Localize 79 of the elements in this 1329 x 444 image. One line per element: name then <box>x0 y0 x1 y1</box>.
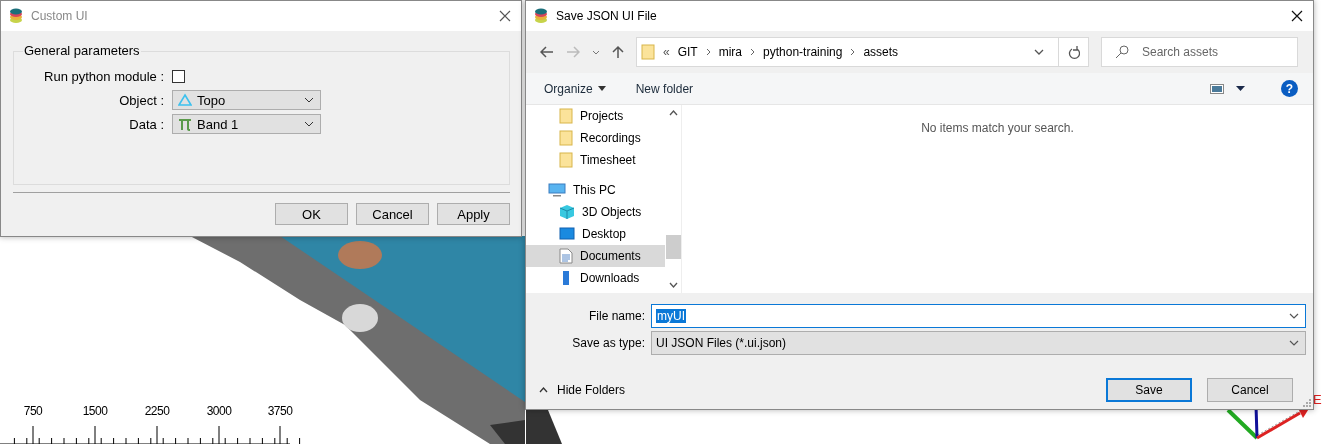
close-icon[interactable] <box>499 10 511 22</box>
nav-item[interactable]: Timesheet <box>526 149 665 171</box>
search-field[interactable]: Search assets <box>1101 37 1298 67</box>
empty-message: No items match your search. <box>921 121 1074 135</box>
nav-item[interactable]: Recordings <box>526 127 665 149</box>
scale-label: 750 <box>22 404 44 418</box>
chevron-right-icon <box>705 48 711 56</box>
chevron-right-icon <box>850 48 856 56</box>
caret-down-icon <box>597 86 606 91</box>
dialog-button[interactable]: Apply <box>437 203 510 225</box>
desktop-icon <box>559 227 575 241</box>
breadcrumb-overflow[interactable]: « <box>663 45 670 59</box>
organize-button[interactable]: Organize <box>544 81 606 96</box>
app-logo-icon <box>534 8 548 24</box>
scale-label: 2250 <box>143 404 171 418</box>
group-title: General parameters <box>23 43 141 58</box>
cube-icon <box>559 204 575 220</box>
view-icon[interactable] <box>1210 83 1224 94</box>
pi-icon <box>178 117 192 131</box>
folder-icon <box>559 152 573 168</box>
axis-label: E <box>1313 392 1322 407</box>
new-folder-button[interactable]: New folder <box>635 81 694 96</box>
terrain-edge-drawing <box>526 410 562 444</box>
up-arrow-icon[interactable] <box>612 45 624 59</box>
chevron-right-icon <box>750 48 756 56</box>
help-button[interactable]: ? <box>1281 80 1298 97</box>
nav-item[interactable]: Desktop <box>526 223 665 245</box>
scrollbar-thumb[interactable] <box>665 235 681 259</box>
nav-item[interactable]: Documents <box>526 245 665 267</box>
address-bar[interactable]: « GIT mira python-training assets <box>636 37 1089 67</box>
breadcrumb-item[interactable]: GIT <box>677 45 698 59</box>
dropdown[interactable]: Topo <box>172 90 321 110</box>
scale-label: 1500 <box>81 404 109 418</box>
breadcrumb-item[interactable]: mira <box>718 45 743 59</box>
window-title: Save JSON UI File <box>556 9 657 23</box>
chevron-up-icon[interactable] <box>668 110 678 116</box>
dialog-button[interactable]: Cancel <box>1207 378 1293 402</box>
checkbox[interactable] <box>172 69 185 83</box>
folder-icon <box>641 44 655 60</box>
file-name-field[interactable]: myUI <box>651 304 1306 328</box>
breadcrumb-item[interactable]: assets <box>863 45 899 59</box>
field-label: Object : <box>118 92 164 108</box>
document-icon <box>559 248 573 264</box>
field-label: Save as type: <box>571 336 645 350</box>
dialog-button[interactable]: OK <box>275 203 348 225</box>
search-icon <box>1115 45 1129 59</box>
dropdown[interactable]: Band 1 <box>172 114 321 134</box>
chevron-down-icon[interactable] <box>1034 49 1044 55</box>
nav-item[interactable]: 3D Objects <box>526 201 665 223</box>
chevron-down-icon <box>304 121 314 127</box>
field-label: Data : <box>128 116 164 132</box>
app-logo-icon <box>9 8 23 24</box>
window-title: Custom UI <box>31 9 88 23</box>
triangle-icon <box>178 93 192 107</box>
chevron-down-icon <box>1289 313 1299 319</box>
monitor-icon <box>548 183 566 197</box>
chevron-up-icon <box>539 387 548 393</box>
close-icon[interactable] <box>1291 10 1303 22</box>
folder-icon <box>559 130 573 146</box>
hide-folders-button[interactable]: Hide Folders <box>539 383 626 397</box>
folder-icon <box>559 108 573 124</box>
chevron-down-icon <box>1289 340 1299 346</box>
back-arrow-icon[interactable] <box>540 46 554 58</box>
resize-grip-icon[interactable] <box>1303 399 1311 407</box>
nav-item[interactable]: This PC <box>526 179 665 201</box>
dialog-button[interactable]: Save <box>1106 378 1192 402</box>
caret-down-icon[interactable] <box>1236 86 1245 91</box>
field-label: File name: <box>587 309 645 323</box>
refresh-icon <box>1067 45 1080 59</box>
file-type-dropdown[interactable]: UI JSON Files (*.ui.json) <box>651 331 1306 355</box>
field-label: Run python module : <box>43 68 164 84</box>
chevron-down-icon[interactable] <box>668 282 678 288</box>
breadcrumb-item[interactable]: python-training <box>763 45 843 59</box>
nav-item[interactable]: Projects <box>526 105 665 127</box>
chevron-down-icon <box>304 97 314 103</box>
scale-label: 3750 <box>266 404 294 418</box>
dialog-button[interactable]: Cancel <box>356 203 429 225</box>
scale-label: 3000 <box>205 404 233 418</box>
nav-item[interactable]: Downloads <box>526 267 665 289</box>
